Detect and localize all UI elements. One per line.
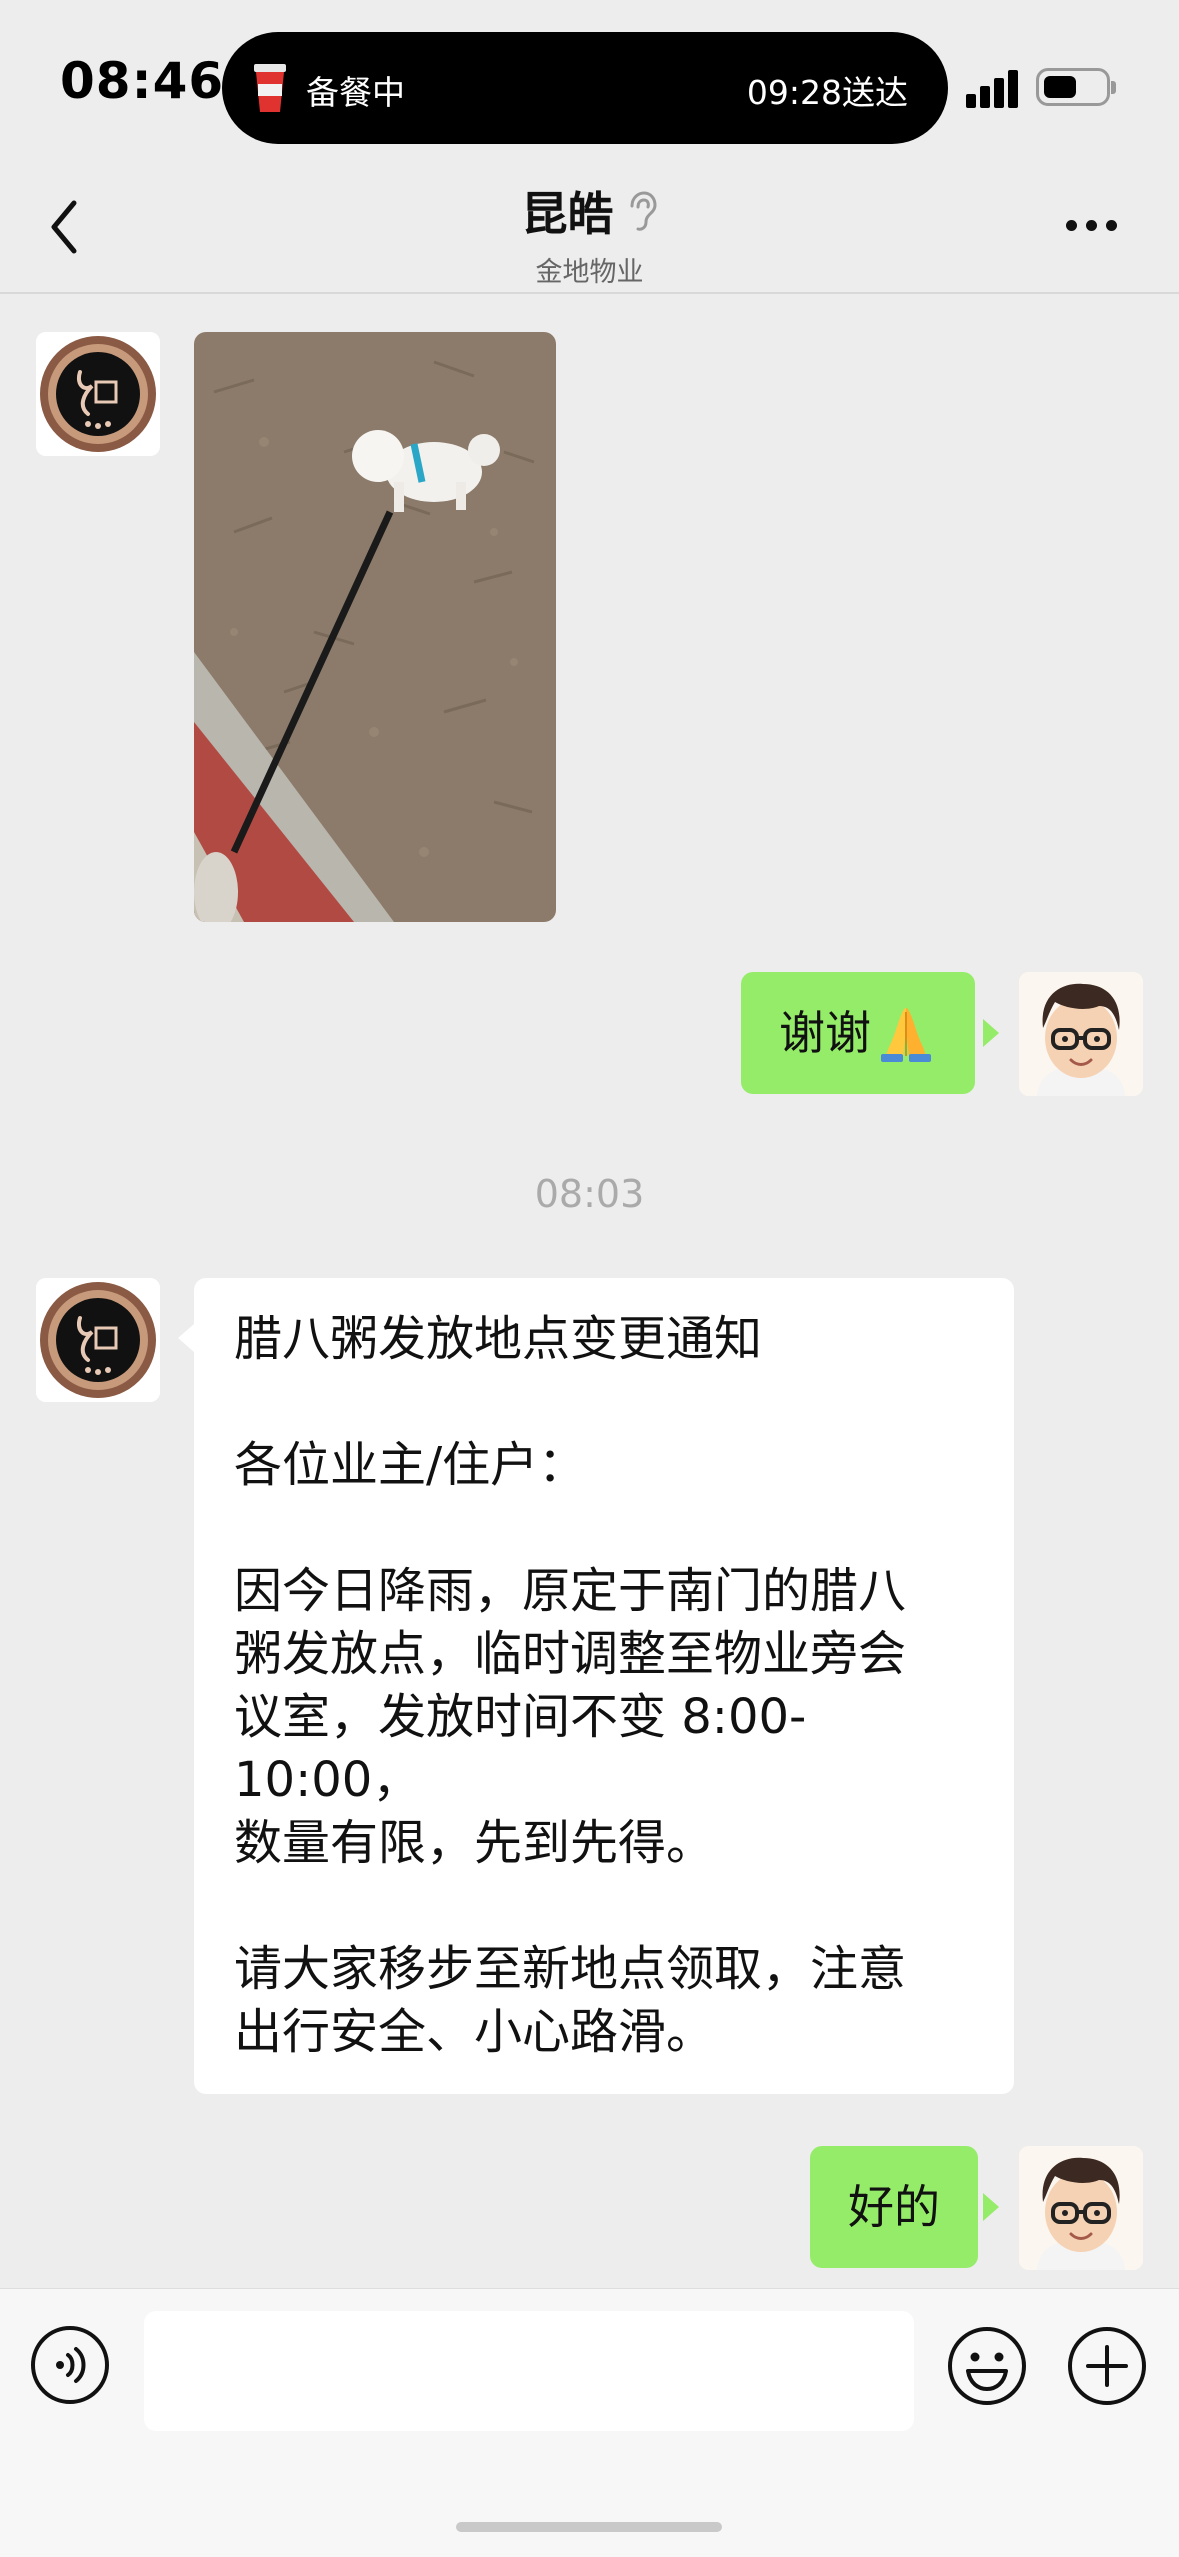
chat-title: 昆皓: [521, 187, 614, 241]
chat-subtitle: 金地物业: [535, 257, 644, 288]
photo-message-dog[interactable]: [194, 332, 556, 922]
voice-icon[interactable]: [30, 2325, 110, 2405]
message-bubble-notice[interactable]: 腊八粥发放地点变更通知 各位业主/住户： 因今日降雨，原定于南门的腊八 粥发放点…: [194, 1278, 1014, 2094]
chat-title-row[interactable]: 昆皓: [522, 178, 658, 244]
cartoon-avatar-icon: [1019, 2146, 1143, 2270]
notice-blank-line: [234, 1875, 974, 1938]
message-bubble-self[interactable]: 谢谢: [741, 972, 975, 1094]
notice-line: 因今日降雨，原定于南门的腊八: [234, 1563, 907, 1619]
contact-avatar[interactable]: [36, 332, 160, 456]
live-activity-status: 备餐中: [306, 73, 405, 112]
signal-strength-icon: [966, 70, 1020, 108]
chat-header: 昆皓 金地物业: [0, 178, 1179, 289]
notice-line: 各位业主/住户：: [234, 1437, 587, 1493]
notice-line: 请大家移步至新地点领取，注意: [234, 1941, 907, 1997]
my-avatar[interactable]: [1019, 2146, 1143, 2270]
live-activity-eta: 09:28送达: [746, 73, 908, 112]
notice-line: 出行安全、小心路滑。: [234, 2004, 715, 2060]
home-indicator: [456, 2522, 722, 2532]
property-logo-icon: [36, 332, 160, 456]
header-divider: [0, 292, 1179, 294]
dog-photo: [194, 332, 556, 922]
chat-input-bar: [0, 2288, 1179, 2557]
message-text: 好的: [848, 2180, 940, 2234]
message-bubble-self[interactable]: 好的: [810, 2146, 978, 2268]
message-input[interactable]: [144, 2311, 914, 2431]
notice-blank-line: [234, 1497, 974, 1560]
plus-icon[interactable]: [1066, 2325, 1148, 2407]
notice-line: 粥发放点，临时调整至物业旁会: [234, 1626, 907, 1682]
emoji-icon[interactable]: [946, 2325, 1028, 2407]
property-logo-icon: [36, 1278, 160, 1402]
notice-blank-line: [234, 1371, 974, 1434]
more-dots-icon[interactable]: [1062, 210, 1122, 240]
notice-line: 数量有限，先到先得。: [234, 1815, 715, 1871]
notice-line: 腊八粥发放地点变更通知: [234, 1311, 763, 1367]
notice-line: 议室，发放时间不变 8:00-10:00，: [234, 1689, 807, 1808]
message-text: 谢谢: [779, 1006, 871, 1060]
bubble-tail: [983, 1019, 999, 1047]
message-timestamp: 08:03: [534, 1172, 645, 1216]
bubble-tail: [178, 1324, 194, 1352]
my-avatar[interactable]: [1019, 972, 1143, 1096]
ear-icon: [630, 191, 657, 231]
status-time: 08:46: [60, 52, 225, 110]
contact-avatar[interactable]: [36, 1278, 160, 1402]
battery-icon: [1036, 68, 1116, 106]
cartoon-avatar-icon: [1019, 972, 1143, 1096]
coffee-cup-icon: [254, 64, 286, 112]
dynamic-island-live-activity[interactable]: 备餐中 09:28送达: [222, 32, 948, 144]
bubble-tail: [983, 2193, 999, 2221]
folded-hands-emoji-icon: [881, 1008, 931, 1062]
